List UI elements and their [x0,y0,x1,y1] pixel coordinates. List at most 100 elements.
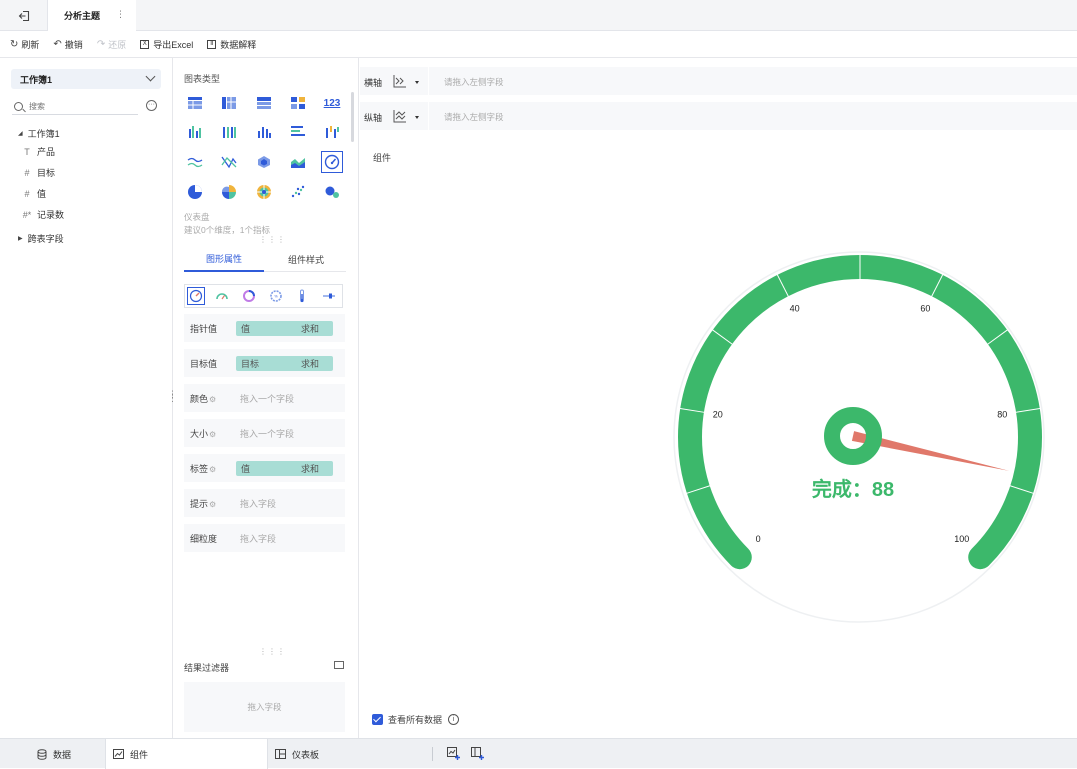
chart-types-scrollbar[interactable] [351,92,354,142]
y-axis-placeholder: 请拖入左侧字段 [444,112,504,122]
chart-type-gauge-icon[interactable] [321,151,343,173]
gauge-tick-label: 40 [790,304,800,314]
toolbar: ↻ 刷新 ↶ 撤销 ↷ 还原 X 导出Excel Ⅱ 数据解释 [0,31,1077,58]
field-item[interactable]: # 目标 [21,166,55,179]
field-pill-name: 目标 [241,358,260,369]
workbook-select-value: 工作簿1 [20,74,53,85]
gauge-style-pointer-icon[interactable] [187,287,205,305]
prop-granularity[interactable]: 细粒度 拖入字段 [184,524,345,552]
tab-shape-properties[interactable]: 图形属性 [184,246,264,272]
field-item[interactable]: # 值 [21,187,46,200]
field-pill[interactable]: 值 求和 [236,320,333,336]
tab-data[interactable]: 数据 [0,739,105,769]
prop-label: 细粒度 [190,532,217,545]
info-icon[interactable]: i [448,714,460,725]
number-field-icon: # [24,188,30,199]
chart-type-line-icon[interactable] [184,151,206,173]
refresh-button[interactable]: ↻ 刷新 [10,38,39,51]
tab-dashboard[interactable]: 仪表板 [268,739,418,769]
chart-type-bar-icon[interactable] [287,121,309,143]
chart-type-waterfall-icon[interactable] [321,121,343,143]
axis-dropdown-caret-icon[interactable] [415,116,419,119]
chart-type-rose-icon[interactable] [218,181,240,203]
data-explain-button[interactable]: Ⅱ 数据解释 [207,38,256,51]
chart-type-bubble-icon[interactable] [321,181,343,203]
tree-workbook-label: 工作簿1 [27,129,60,139]
checkbox-checked-icon[interactable] [372,714,383,725]
result-filter-dropzone[interactable]: 拖入字段 [184,682,345,732]
gear-icon[interactable]: ⚙ [209,395,216,404]
top-bar: 分析主题 ⋮ [0,0,1077,31]
bottom-divider [432,747,433,761]
redo-button[interactable]: ↷ 还原 [97,38,126,51]
prop-label: 颜色⚙ [190,392,216,405]
database-icon [36,748,47,760]
gauge-style-slider-icon[interactable] [320,287,338,305]
bottom-tab-bar: 数据 组件 仪表板 [0,738,1077,769]
chart-type-dual-line-icon[interactable] [218,151,240,173]
more-options-icon[interactable]: ··· [146,100,157,111]
prop-size[interactable]: 大小⚙ 拖入一个字段 [184,419,345,447]
chart-type-cross-table-icon[interactable] [218,92,240,114]
add-widget-icon[interactable] [447,747,460,760]
gauge-style-tube-icon[interactable] [293,287,311,305]
field-name: 记录数 [37,210,65,220]
chart-type-column-icon[interactable] [253,121,275,143]
tab-widget-style[interactable]: 组件样式 [266,246,346,272]
chart-type-grouped-column-icon[interactable] [184,121,206,143]
panel-collapse-handle[interactable]: ⋮ ⋮ [168,390,177,403]
chart-type-detail-table-icon[interactable] [253,92,275,114]
chart-type-scatter-icon[interactable] [287,181,309,203]
gauge-style-ring-icon[interactable] [240,287,258,305]
field-pill-agg: 求和 [300,358,319,369]
axis-sort-icon[interactable] [392,73,408,89]
x-axis-label: 横轴 [364,78,383,88]
chart-type-card-icon[interactable] [287,92,309,114]
prop-color[interactable]: 颜色⚙ 拖入一个字段 [184,384,345,412]
gear-icon[interactable]: ⚙ [209,465,216,474]
gauge-value-label: 完成：88 [812,477,894,501]
chart-type-multi-pie-icon[interactable] [253,181,275,203]
axis-sort-icon[interactable] [392,108,408,124]
workbook-select[interactable]: 工作簿1 [11,69,161,89]
tab-widget[interactable]: 组件 [105,739,268,769]
gear-icon[interactable]: ⚙ [209,500,216,509]
field-item[interactable]: #* 记录数 [21,208,64,221]
undo-label: 撤销 [64,39,83,50]
add-dashboard-icon[interactable] [471,747,484,760]
selected-chart-type-hint: 建议0个维度，1个指标 [184,225,270,235]
chart-type-stacked-column-icon[interactable] [218,121,240,143]
exit-button[interactable] [0,0,48,31]
tab-more-icon[interactable]: ⋮ [116,9,125,20]
tree-workbook-node[interactable]: ◢ 工作簿1 [18,127,60,140]
resize-handle-icon[interactable]: ⋮⋮⋮ [259,647,286,656]
view-all-data-toggle[interactable]: 查看所有数据 i [372,713,460,726]
refresh-icon: ↻ [10,38,19,50]
axis-dropdown-caret-icon[interactable] [415,81,419,84]
prop-label-text: 目标值 [190,358,218,369]
gauge-style-percent-ring-icon[interactable]: % [267,287,285,305]
x-axis-dropzone[interactable]: 横轴 请拖入左侧字段 [360,67,1077,95]
gear-icon[interactable]: ⚙ [209,430,216,439]
chart-type-pie-icon[interactable] [184,181,206,203]
undo-button[interactable]: ↶ 撤销 [53,38,82,51]
chart-type-kpi-icon[interactable]: 123 [321,92,343,114]
prop-label-field: 标签⚙ 值 求和 [184,454,345,482]
field-pill[interactable]: 值 求和 [236,460,333,476]
export-excel-button[interactable]: X 导出Excel [140,38,193,51]
prop-tooltip[interactable]: 提示⚙ 拖入字段 [184,489,345,517]
prop-drop-placeholder: 拖入字段 [240,498,277,509]
chart-type-area-icon[interactable] [287,151,309,173]
field-item[interactable]: T 产品 [21,145,55,158]
gauge-style-half-icon[interactable] [213,287,231,305]
prop-label-text: 指针值 [190,323,218,334]
field-pill[interactable]: 目标 求和 [236,355,333,371]
chart-type-table-icon[interactable] [184,92,206,114]
resize-handle-icon[interactable]: ⋮⋮⋮ [259,235,286,244]
y-axis-dropzone[interactable]: 纵轴 请拖入左侧字段 [360,102,1077,130]
chart-type-radar-icon[interactable] [253,151,275,173]
tree-cross-table-node[interactable]: ▶ 跨表字段 [18,232,64,245]
field-search-input[interactable] [29,101,129,111]
filter-add-icon[interactable] [334,661,344,669]
prop-label: 标签⚙ [190,462,216,475]
